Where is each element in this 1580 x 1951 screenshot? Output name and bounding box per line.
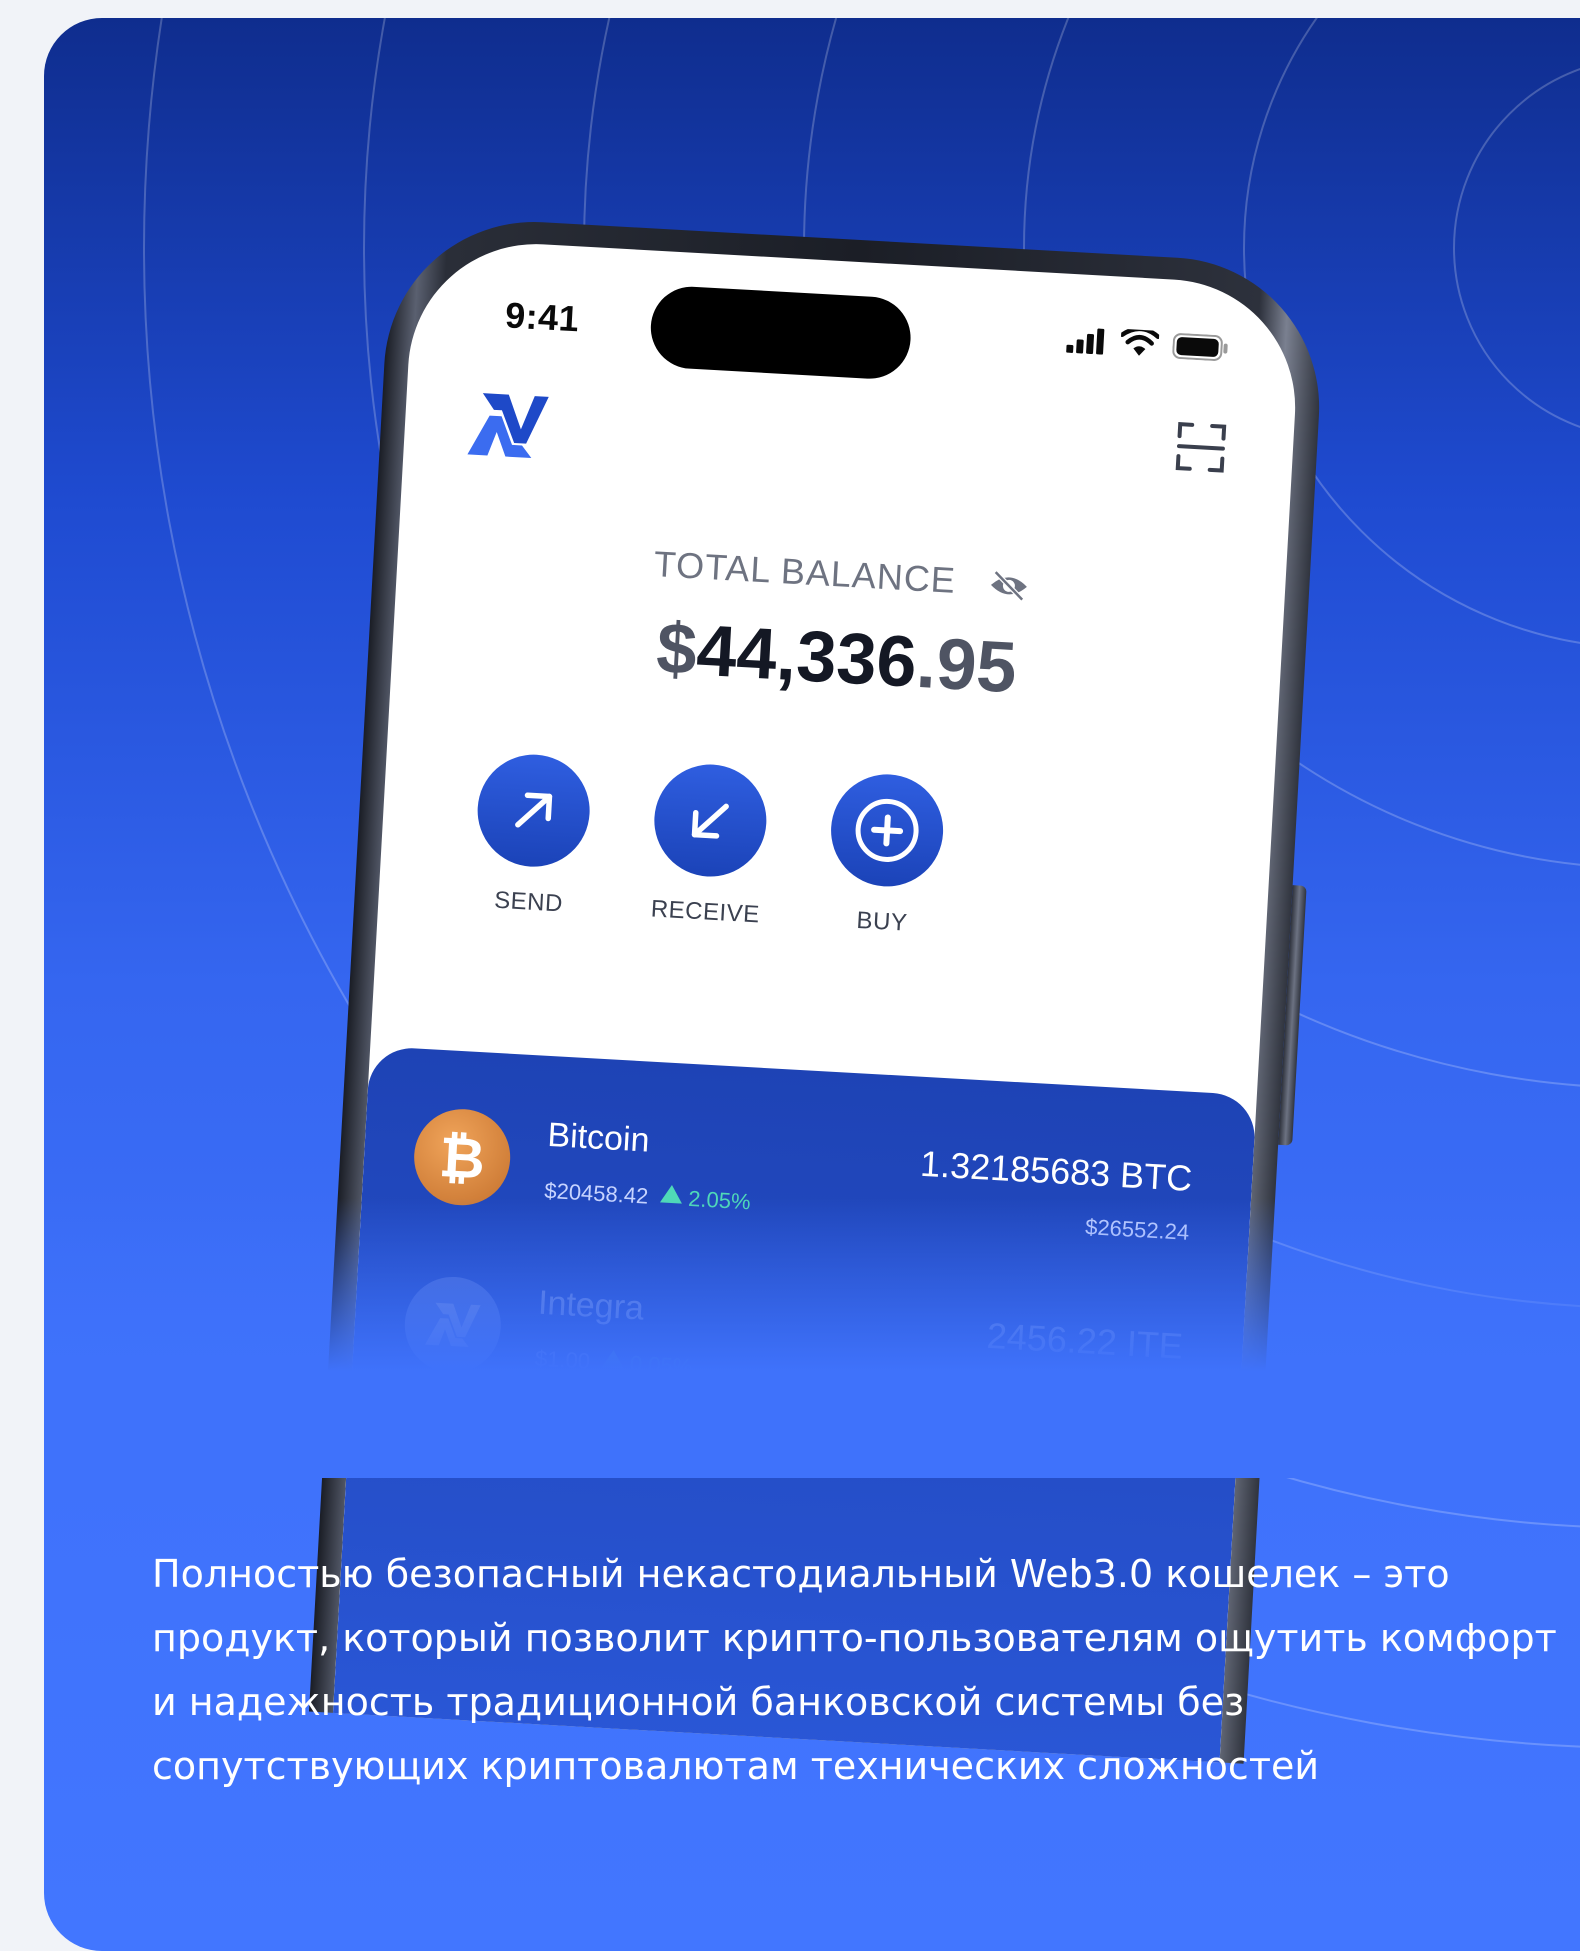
triangle-up-icon [601,1349,625,1369]
scan-icon[interactable] [1174,420,1229,475]
receive-label: RECEIVE [650,895,761,929]
arrow-up-right-icon [515,792,553,828]
asset-amount: 2456.22 ITE [985,1314,1184,1367]
triangle-up-icon [659,1184,683,1204]
balance-cents: .95 [914,622,1019,709]
product-description: Полностью безопасный некастодиальный Web… [152,1552,1557,1788]
battery-icon [1172,333,1228,361]
promo-card: 9:41 TOTAL BALANCE $44,336.95 SEND RECEI… [44,18,1580,1951]
integra-coin-icon [402,1274,504,1376]
asset-fiat-value: $26552.24 [1084,1214,1190,1245]
dynamic-island [648,284,913,381]
asset-row-bitcoin[interactable]: ₿ Bitcoin $20458.42 2.05% 1.32185683 BTC … [411,1106,1194,1260]
asset-name: Bitcoin [546,1115,651,1160]
arrow-down-left-icon [691,803,729,839]
asset-price: $1.00 0.05% [534,1345,693,1380]
asset-price: $20458.42 2.05% [543,1177,752,1215]
price-change: 0.05% [601,1349,693,1379]
price-change: 2.05% [659,1184,751,1214]
status-icons [1066,326,1229,363]
buy-button[interactable]: BUY [791,769,980,941]
integra-logo[interactable] [465,390,551,460]
asset-amount: 1.32185683 BTC [919,1142,1194,1199]
plus-circle-icon [855,798,919,862]
send-button[interactable]: SEND [438,750,627,922]
wifi-icon [1119,328,1160,356]
balance-main: 44,336 [694,610,919,703]
asset-row-integra[interactable]: Integra $1.00 0.05% 2456.22 ITE $2456.22 [401,1274,1184,1427]
signal-icon [1066,328,1105,355]
status-time: 9:41 [504,294,581,340]
buy-label: BUY [855,906,909,937]
phone-mockup: 9:41 TOTAL BALANCE $44,336.95 SEND RECEI… [308,213,1328,1764]
bitcoin-icon: ₿ [411,1106,513,1208]
action-row: SEND RECEIVE BUY [387,746,1274,937]
balance-currency: $ [654,608,699,691]
eye-off-icon[interactable] [988,570,1030,602]
receive-button[interactable]: RECEIVE [615,760,804,932]
asset-name: Integra [537,1283,645,1328]
phone-screen: 9:41 TOTAL BALANCE $44,336.95 SEND RECEI… [332,237,1303,1763]
asset-fiat-value: $2456.22 [1087,1382,1181,1413]
send-label: SEND [493,886,564,918]
total-balance-text: TOTAL BALANCE [652,543,957,601]
